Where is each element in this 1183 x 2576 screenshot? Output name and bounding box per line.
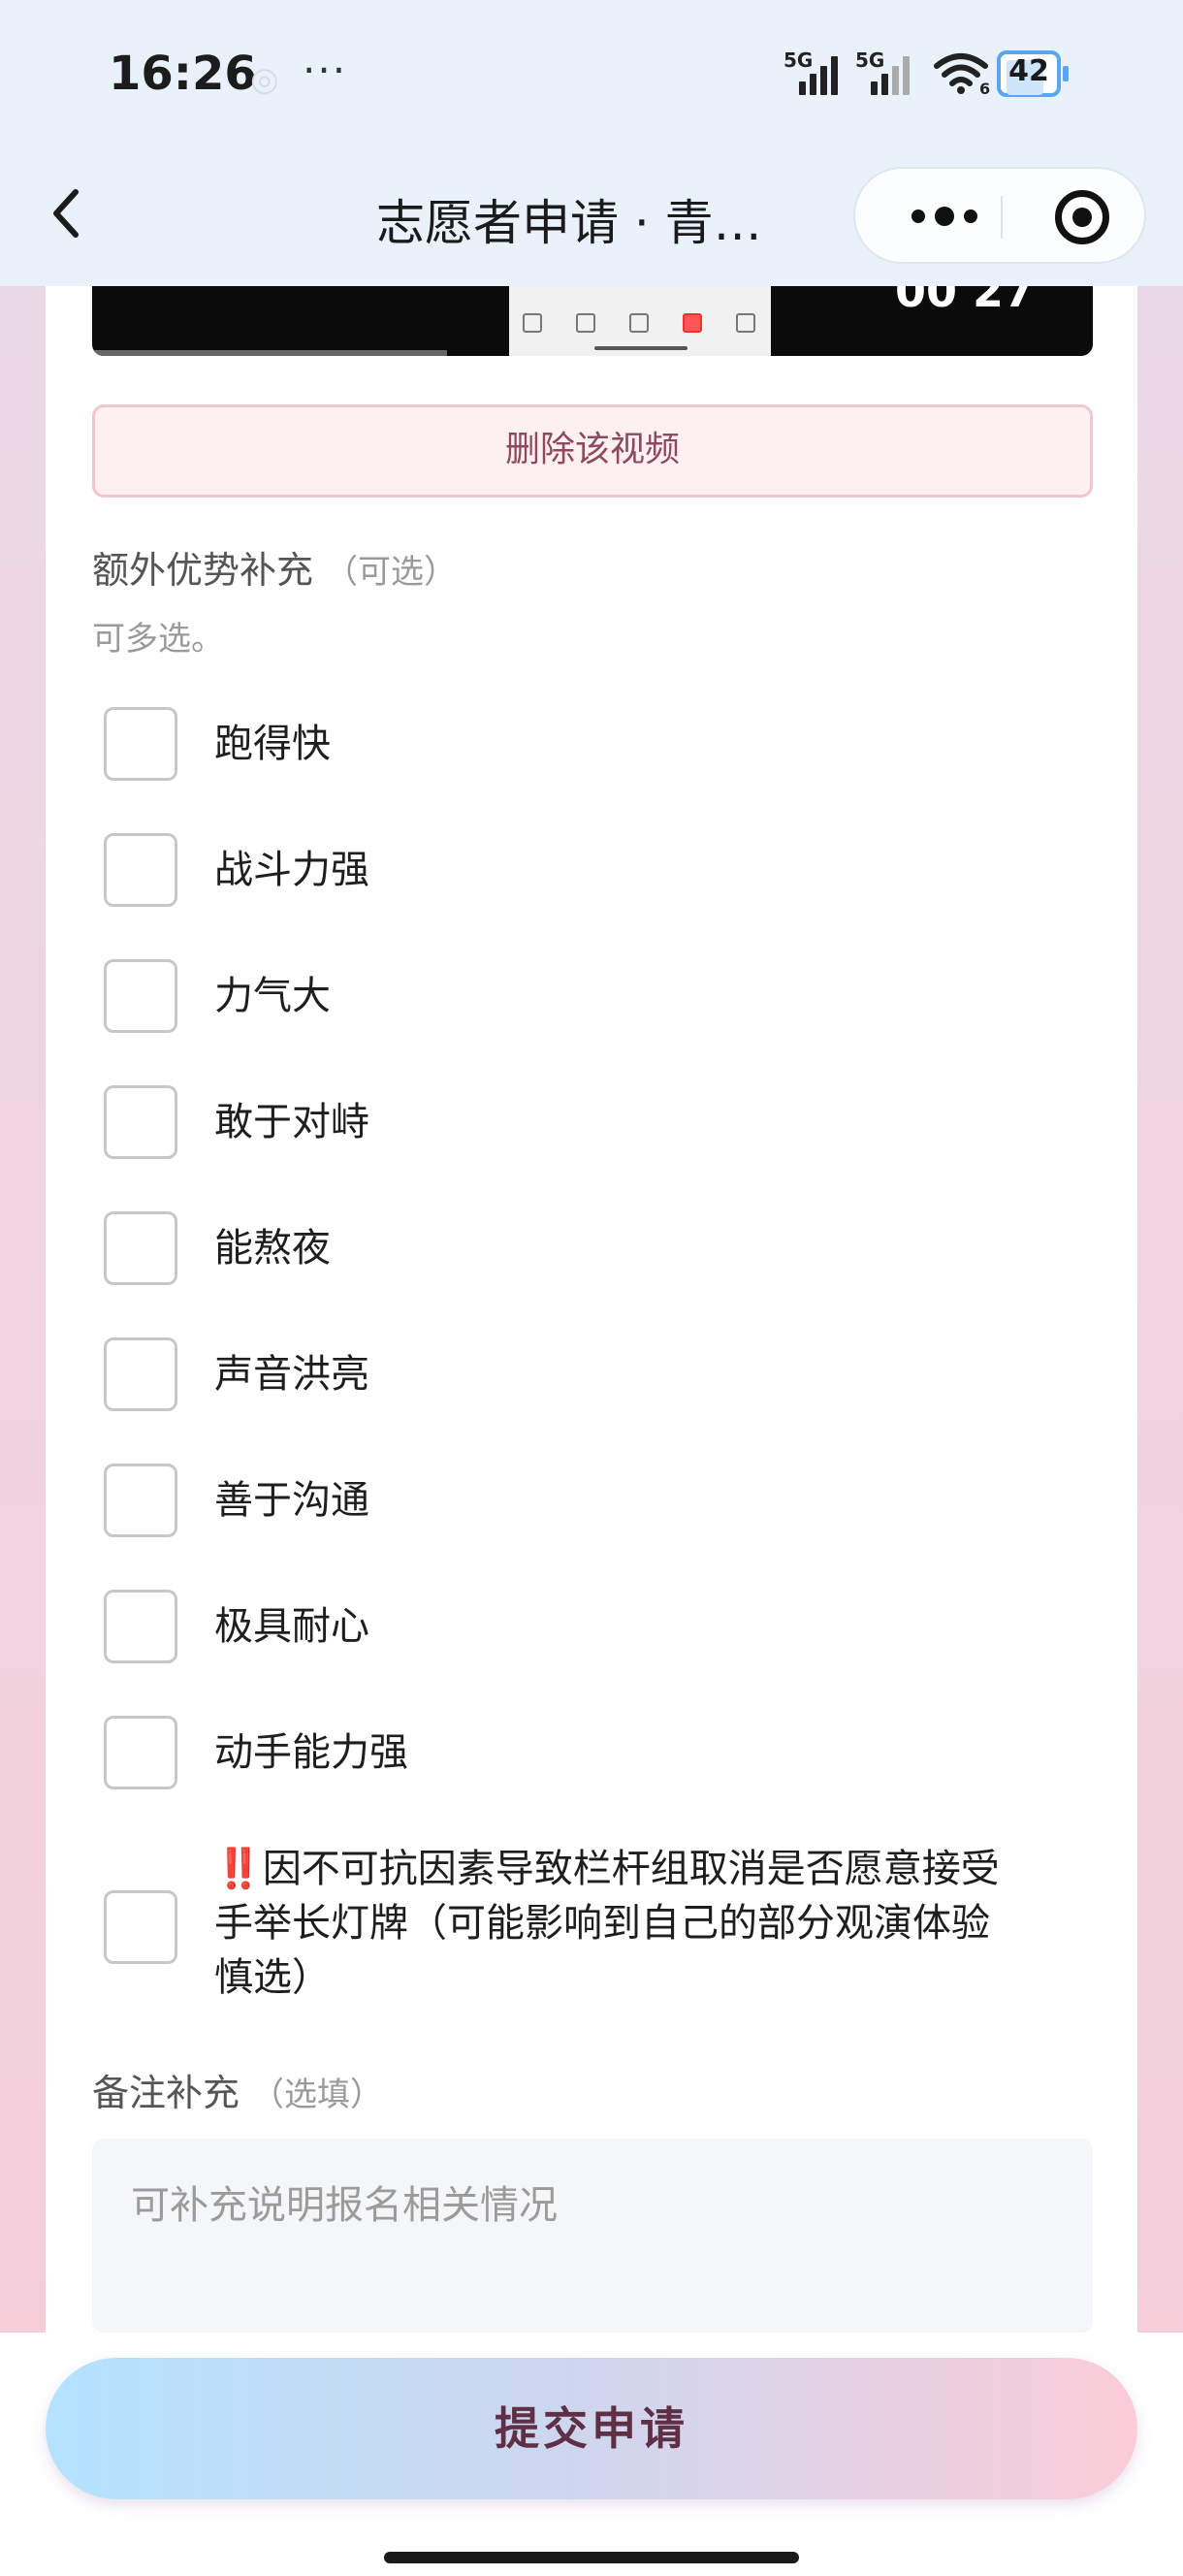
battery-level: 42 <box>1008 54 1049 88</box>
option-label: 能熬夜 <box>214 1226 331 1271</box>
option-label: 力气大 <box>214 974 331 1018</box>
checkbox-option[interactable]: 能熬夜 <box>104 1211 1083 1289</box>
submit-button[interactable]: 提交申请 <box>46 2358 1137 2499</box>
checkbox-option[interactable]: 跑得快 <box>104 707 1083 785</box>
top-bar: 16:26 ◎ ··· 5G 5G 6 42 志愿者申请 · 青… <box>0 0 1183 286</box>
video-progress-bar <box>92 350 447 356</box>
checkbox-option[interactable]: 极具耐心 <box>104 1590 1083 1667</box>
page-title: 志愿者申请 · 青… <box>376 195 762 251</box>
status-more-dots: ··· <box>303 47 348 94</box>
option-label: 动手能力强 <box>214 1730 408 1775</box>
optional-tag: （可选） <box>325 553 458 592</box>
checkbox-option[interactable]: 动手能力强 <box>104 1716 1083 1793</box>
option-label: 战斗力强 <box>214 848 369 892</box>
video-preview[interactable]: 00 27 <box>92 286 1093 356</box>
special-line-3: 慎选） <box>214 1955 331 2000</box>
target-icon[interactable] <box>1055 190 1109 244</box>
option-label: 跑得快 <box>214 722 331 766</box>
cellular-signal-icon-2: 5G <box>855 48 923 95</box>
video-thumbnail <box>509 286 771 356</box>
option-label: 敢于对峙 <box>214 1100 369 1144</box>
extra-advantages-label: 额外优势补充 <box>92 549 314 592</box>
checkbox[interactable] <box>104 1590 177 1663</box>
checkbox-option-special[interactable]: ‼️因不可抗因素导致栏杆组取消是否愿意接受 手举长灯牌（可能影响到自己的部分观演… <box>104 1842 1083 2007</box>
chevron-left-icon <box>53 189 79 238</box>
checkbox[interactable] <box>104 1085 177 1159</box>
checkbox-option[interactable]: 力气大 <box>104 959 1083 1037</box>
remarks-title: 备注补充 （选填） <box>92 2063 383 2116</box>
checkbox-option[interactable]: 声音洪亮 <box>104 1337 1083 1415</box>
remarks-textarea[interactable]: 可补充说明报名相关情况 <box>92 2139 1093 2333</box>
checkbox[interactable] <box>104 707 177 781</box>
checkbox-option[interactable]: 战斗力强 <box>104 833 1083 911</box>
cellular-signal-icon: 5G <box>783 48 851 95</box>
wifi-badge: 6 <box>979 80 991 98</box>
navigation-bar: 志愿者申请 · 青… <box>0 155 1183 286</box>
checkbox[interactable] <box>104 959 177 1033</box>
checkbox[interactable] <box>104 833 177 907</box>
bottom-bar: 提交申请 <box>0 2333 1183 2576</box>
status-time: 16:26 <box>109 47 257 101</box>
home-indicator <box>384 2552 799 2563</box>
capsule-divider <box>1001 196 1003 239</box>
back-button[interactable] <box>43 184 91 242</box>
option-label: 善于沟通 <box>214 1478 369 1523</box>
remarks-optional-tag: （选填） <box>251 2076 384 2114</box>
wifi-icon: 6 <box>933 50 991 98</box>
remarks-label: 备注补充 <box>92 2072 240 2114</box>
form-card: 00 27 删除该视频 额外优势补充 （可选） 可多选。 跑得快 战斗力强 力气大… <box>46 286 1137 2333</box>
video-time: 00 27 <box>894 286 1035 317</box>
checkbox-option[interactable]: 敢于对峙 <box>104 1085 1083 1163</box>
special-line-2: 手举长灯牌（可能影响到自己的部分观演体验 <box>214 1901 990 1946</box>
remarks-placeholder: 可补充说明报名相关情况 <box>131 2183 558 2228</box>
notification-icon: ◎ <box>250 60 279 99</box>
option-label: 声音洪亮 <box>214 1352 369 1397</box>
double-exclamation-icon: ‼️ <box>214 1847 263 1891</box>
special-line-1: 因不可抗因素导致栏杆组取消是否愿意接受 <box>262 1847 1000 1891</box>
checkbox[interactable] <box>104 1890 177 1964</box>
battery-icon: 42 <box>997 50 1074 101</box>
special-option-label: ‼️因不可抗因素导致栏杆组取消是否愿意接受 手举长灯牌（可能影响到自己的部分观演… <box>214 1842 1087 2005</box>
delete-video-button[interactable]: 删除该视频 <box>92 404 1093 498</box>
checkbox[interactable] <box>104 1464 177 1537</box>
multi-select-hint: 可多选。 <box>92 620 224 659</box>
checkbox[interactable] <box>104 1716 177 1789</box>
more-dots-icon[interactable] <box>896 182 993 250</box>
status-bar: 16:26 ◎ ··· 5G 5G 6 42 <box>0 0 1183 155</box>
extra-advantages-title: 额外优势补充 （可选） <box>92 540 457 594</box>
option-label: 极具耐心 <box>214 1604 369 1649</box>
checkbox[interactable] <box>104 1211 177 1285</box>
checkbox[interactable] <box>104 1337 177 1411</box>
miniprogram-capsule <box>853 167 1146 264</box>
checkbox-option[interactable]: 善于沟通 <box>104 1464 1083 1541</box>
